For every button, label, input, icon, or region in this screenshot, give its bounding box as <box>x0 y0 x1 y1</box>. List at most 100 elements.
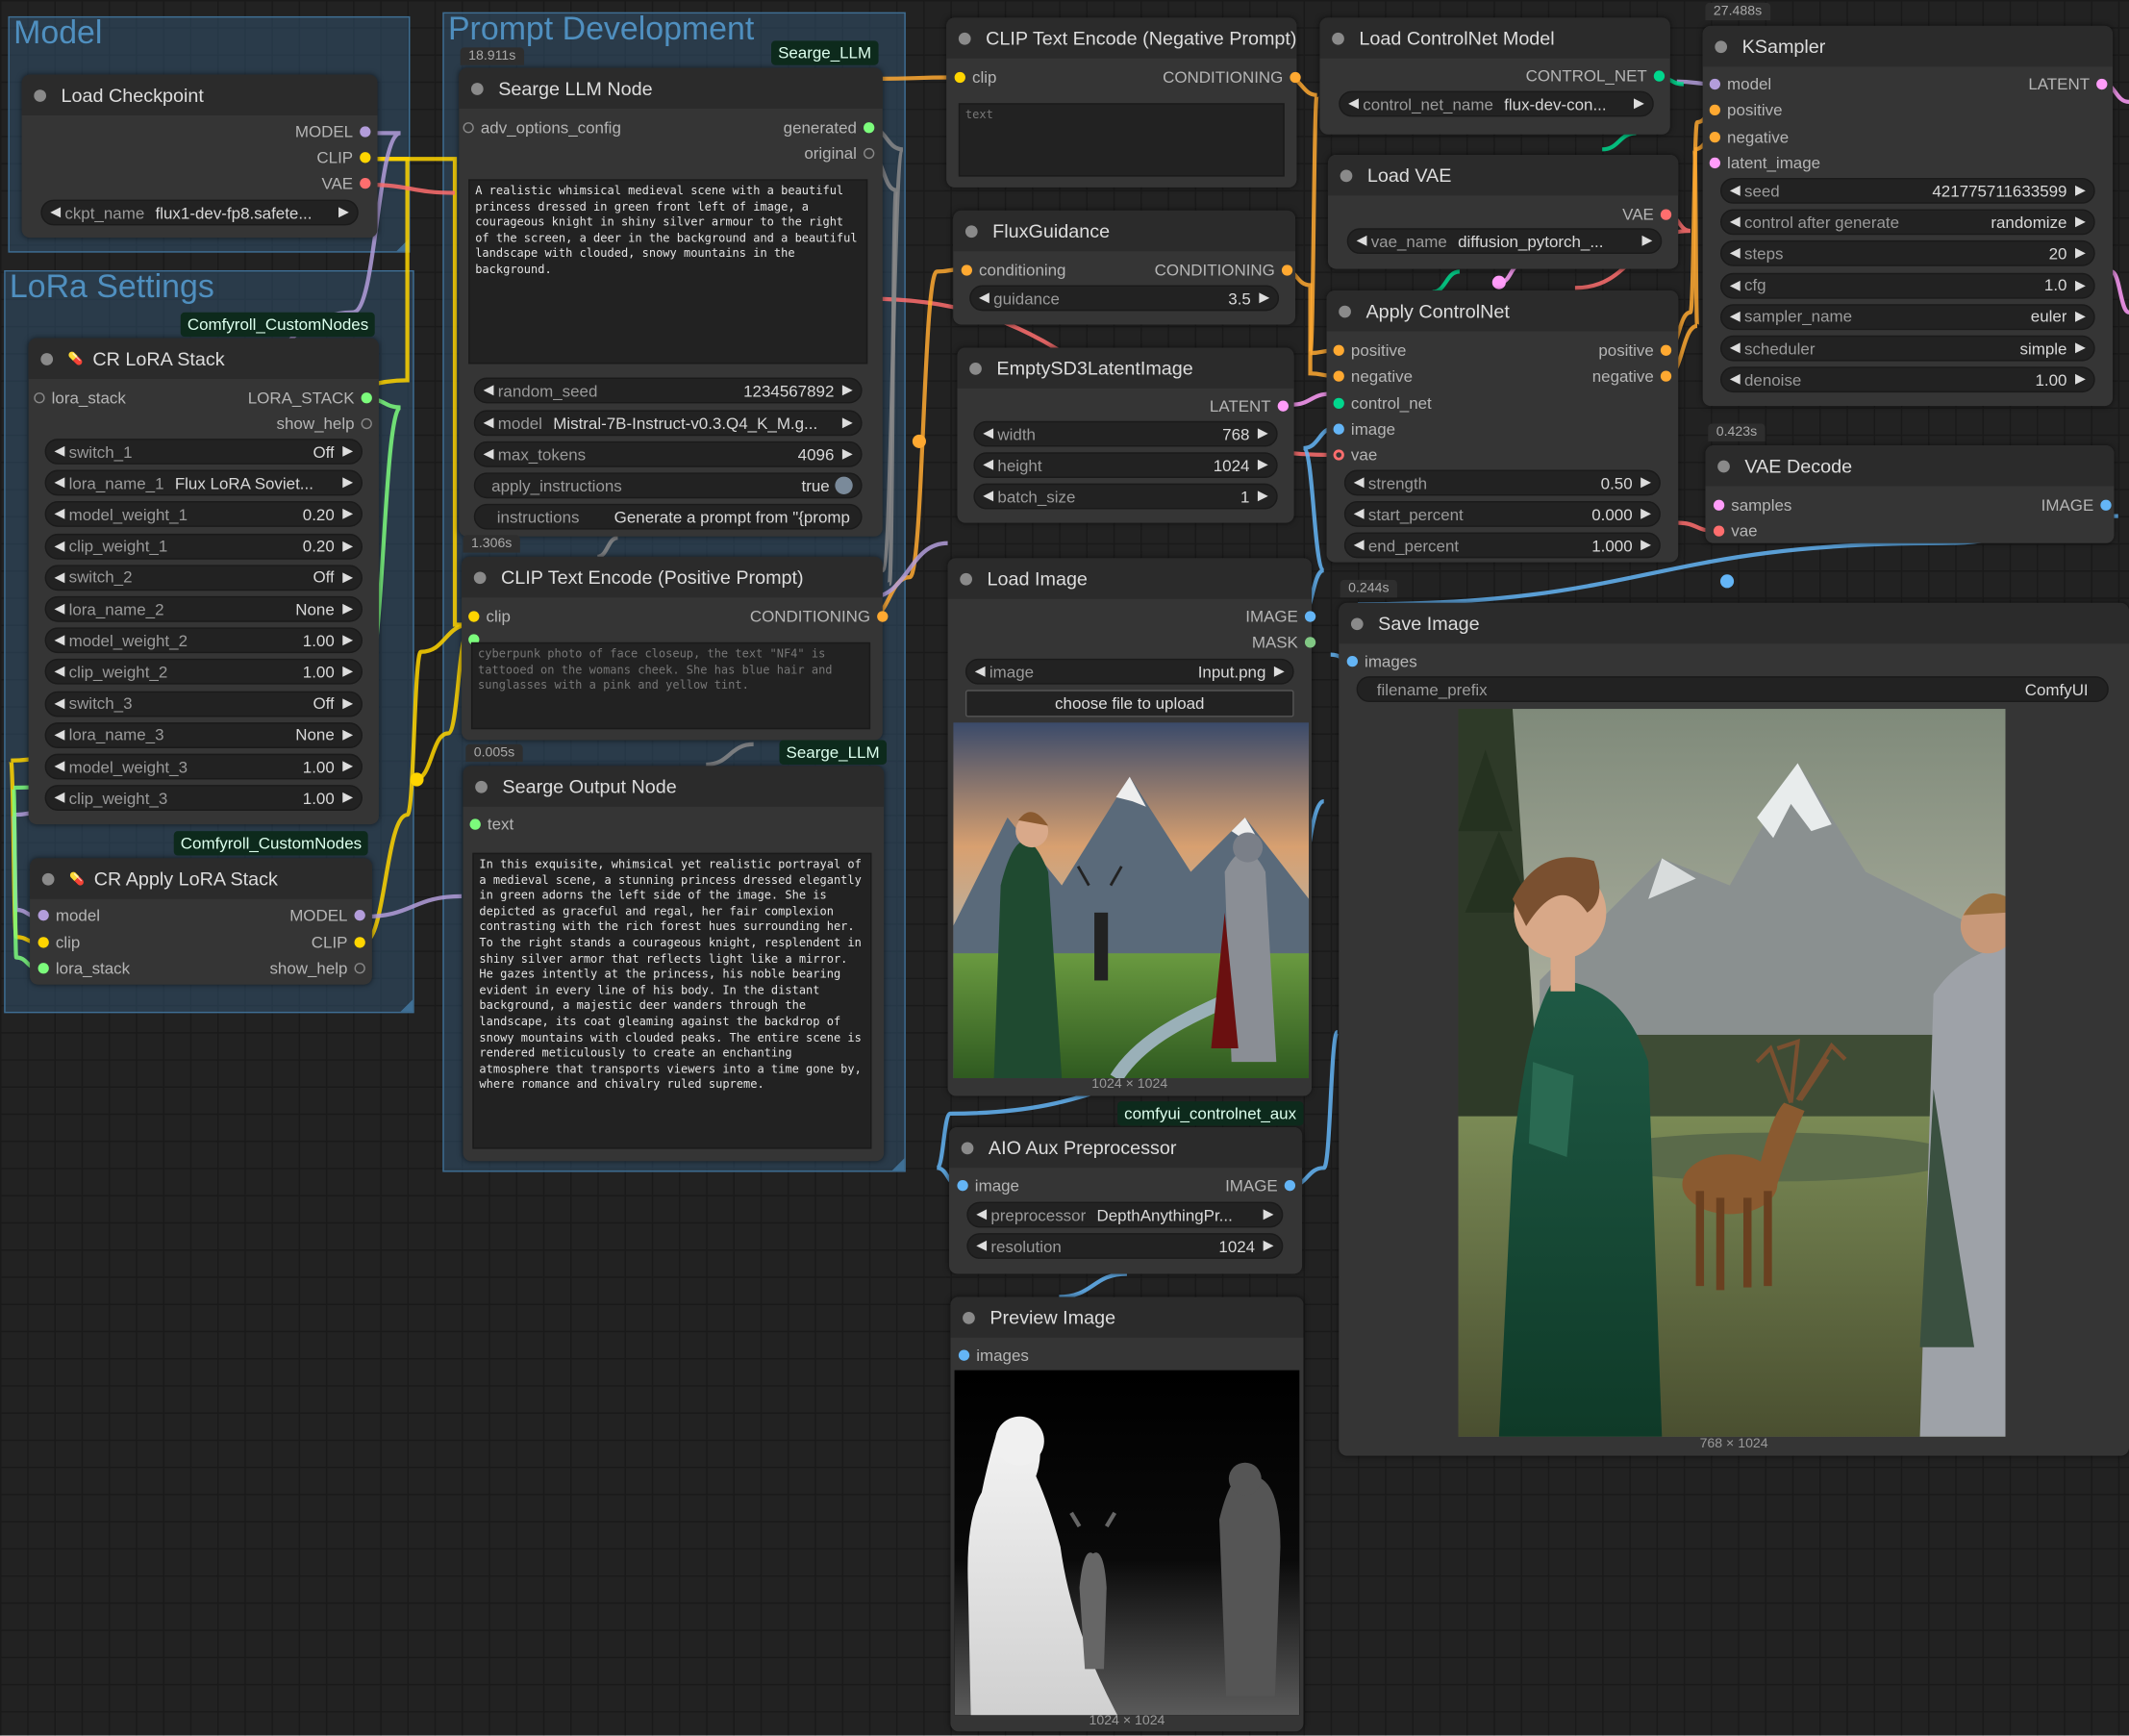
collapse-dot-icon[interactable] <box>40 352 54 365</box>
output-dot-icon[interactable] <box>360 152 371 164</box>
output-conditioning[interactable]: CONDITIONING <box>1155 261 1293 280</box>
arrow-left-icon[interactable]: ◀ <box>1354 475 1365 491</box>
max-tokens-widget[interactable]: ◀ max_tokens 4096 ▶ <box>473 440 863 467</box>
node-title[interactable]: Load Image <box>947 558 1312 599</box>
output-original[interactable]: original <box>804 144 875 163</box>
input-dot-icon[interactable] <box>1713 525 1725 537</box>
start-percent-widget[interactable]: ◀ start_percent 0.000 ▶ <box>1343 501 1661 527</box>
arrow-left-icon[interactable]: ◀ <box>983 426 993 441</box>
arrow-right-icon[interactable]: ▶ <box>342 475 353 491</box>
resolution-widget[interactable]: ◀ resolution 1024 ▶ <box>966 1233 1284 1259</box>
collapse-dot-icon[interactable] <box>958 32 971 44</box>
arrow-left-icon[interactable]: ◀ <box>54 759 64 774</box>
input-model[interactable]: model <box>38 906 100 925</box>
link-wire[interactable] <box>1432 269 1461 294</box>
node-title[interactable]: 💊 CR LoRA Stack <box>28 338 379 379</box>
arrow-left-icon[interactable]: ◀ <box>1354 538 1365 553</box>
input-dot-icon[interactable] <box>1333 370 1344 382</box>
output-clip[interactable]: CLIP <box>312 933 365 952</box>
input-dot-icon[interactable] <box>954 71 965 84</box>
arrow-right-icon[interactable]: ▶ <box>342 539 353 554</box>
preprocessor-widget[interactable]: ◀ preprocessor DepthAnythingPr... ▶ <box>966 1201 1284 1228</box>
negative-prompt-textarea[interactable]: text <box>958 103 1285 177</box>
node-title[interactable]: FluxGuidance <box>953 210 1296 252</box>
node-flux-guidance[interactable]: FluxGuidance conditioning CONDITIONING ◀… <box>953 210 1296 325</box>
collapse-dot-icon[interactable] <box>1717 459 1730 472</box>
collapse-dot-icon[interactable] <box>960 572 972 585</box>
arrow-left-icon[interactable]: ◀ <box>976 1207 987 1222</box>
output-dot-icon[interactable] <box>2100 499 2112 511</box>
prompt-textarea[interactable]: A realistic whimsical medieval scene wit… <box>468 179 868 365</box>
arrow-left-icon[interactable]: ◀ <box>1730 278 1741 293</box>
arrow-right-icon[interactable]: ▶ <box>342 444 353 460</box>
input-samples[interactable]: samples <box>1713 495 1791 515</box>
widget-row[interactable]: ◀ model_weight_1 0.20 ▶ <box>44 501 363 528</box>
output-clip[interactable]: CLIP <box>316 148 371 167</box>
input-positive[interactable]: positive <box>1333 340 1406 360</box>
instructions-widget[interactable]: instructions Generate a prompt from "{pro… <box>473 503 863 530</box>
input-dot-icon[interactable] <box>1709 157 1720 169</box>
arrow-right-icon[interactable]: ▶ <box>342 791 353 806</box>
upload-button[interactable]: choose file to upload <box>964 690 1294 717</box>
arrow-right-icon[interactable]: ▶ <box>842 415 853 431</box>
arrow-right-icon[interactable]: ▶ <box>342 507 353 522</box>
input-clip[interactable]: clip <box>954 68 996 87</box>
arrow-right-icon[interactable]: ▶ <box>1634 96 1644 112</box>
ckpt-name-widget[interactable]: ◀ ckpt_name flux1-dev-fp8.safete... ▶ <box>40 199 359 226</box>
input-lora-stack[interactable]: lora_stack <box>34 389 126 408</box>
input-images[interactable]: images <box>1346 652 1417 671</box>
arrow-right-icon[interactable]: ▶ <box>2075 214 2086 230</box>
height-widget[interactable]: ◀ height 1024 ▶ <box>973 452 1278 479</box>
link-midpoint-icon[interactable] <box>1719 574 1735 589</box>
arrow-left-icon[interactable]: ◀ <box>54 665 64 680</box>
widget-row[interactable]: ◀ clip_weight_2 1.00 ▶ <box>44 659 363 686</box>
arrow-left-icon[interactable]: ◀ <box>1730 184 1741 199</box>
arrow-right-icon[interactable]: ▶ <box>1641 538 1651 553</box>
output-latent[interactable]: LATENT <box>2028 75 2108 93</box>
output-negative[interactable]: negative <box>1592 366 1672 386</box>
widget-row[interactable]: ◀ switch_1 Off ▶ <box>44 439 363 465</box>
node-load-checkpoint[interactable]: Load Checkpoint MODEL CLIP VAE ◀ ckpt_nam… <box>21 74 378 239</box>
arrow-right-icon[interactable]: ▶ <box>842 383 853 398</box>
input-image[interactable]: image <box>957 1176 1019 1195</box>
node-aio-aux-preprocessor[interactable]: AIO Aux Preprocessor image IMAGE ◀ prepro… <box>948 1126 1303 1274</box>
node-title[interactable]: AIO Aux Preprocessor <box>948 1126 1303 1169</box>
input-dot-icon[interactable] <box>1333 449 1344 461</box>
widget-row[interactable]: ◀ lora_name_3 None ▶ <box>44 721 363 748</box>
output-vae[interactable]: VAE <box>321 174 371 193</box>
input-dot-icon[interactable] <box>1346 655 1358 667</box>
input-lora-stack[interactable]: lora_stack <box>38 959 130 978</box>
node-save-image[interactable]: Save Image images filename_prefix ComfyUI… <box>1339 602 2129 1456</box>
output-dot-icon[interactable] <box>360 126 371 138</box>
input-vae[interactable]: vae <box>1713 521 1758 541</box>
arrow-right-icon[interactable]: ▶ <box>342 602 353 617</box>
link-wire[interactable] <box>2110 269 2129 314</box>
output-show-help[interactable]: show_help <box>269 959 365 978</box>
node-title[interactable]: Load Checkpoint <box>21 74 378 116</box>
output-image[interactable]: IMAGE <box>1245 607 1316 626</box>
collapse-dot-icon[interactable] <box>475 780 488 793</box>
input-latent-image[interactable]: latent_image <box>1709 154 1820 172</box>
node-title[interactable]: Searge LLM Node <box>459 67 883 109</box>
output-show-help[interactable]: show_help <box>277 415 372 433</box>
widget-row[interactable]: ◀ cfg 1.0 ▶ <box>1719 272 2095 299</box>
arrow-left-icon[interactable]: ◀ <box>1354 507 1365 522</box>
output-image[interactable]: IMAGE <box>2041 495 2112 515</box>
arrow-right-icon[interactable]: ▶ <box>2075 184 2086 199</box>
toggle-knob-icon[interactable] <box>835 476 853 494</box>
arrow-left-icon[interactable]: ◀ <box>1348 96 1359 112</box>
widget-row[interactable]: ◀ lora_name_2 None ▶ <box>44 595 363 622</box>
positive-prompt-textarea[interactable]: cyberpunk photo of face closeup, the tex… <box>470 642 871 730</box>
node-apply-controlnet[interactable]: Apply ControlNet positive negative contr… <box>1326 290 1679 563</box>
widget-row[interactable]: ◀ clip_weight_3 1.00 ▶ <box>44 785 363 812</box>
node-title[interactable]: EmptySD3LatentImage <box>957 347 1294 389</box>
arrow-left-icon[interactable]: ◀ <box>54 633 64 648</box>
output-mask[interactable]: MASK <box>1252 633 1316 652</box>
input-dot-icon[interactable] <box>1333 397 1344 410</box>
output-latent[interactable]: LATENT <box>1210 396 1289 415</box>
arrow-right-icon[interactable]: ▶ <box>1642 234 1653 249</box>
node-cr-lora-stack[interactable]: 💊 CR LoRA Stack lora_stack LORA_STACK sho… <box>28 338 379 825</box>
collapse-dot-icon[interactable] <box>473 570 487 584</box>
input-dot-icon[interactable] <box>1333 344 1344 356</box>
arrow-right-icon[interactable]: ▶ <box>1274 664 1285 679</box>
